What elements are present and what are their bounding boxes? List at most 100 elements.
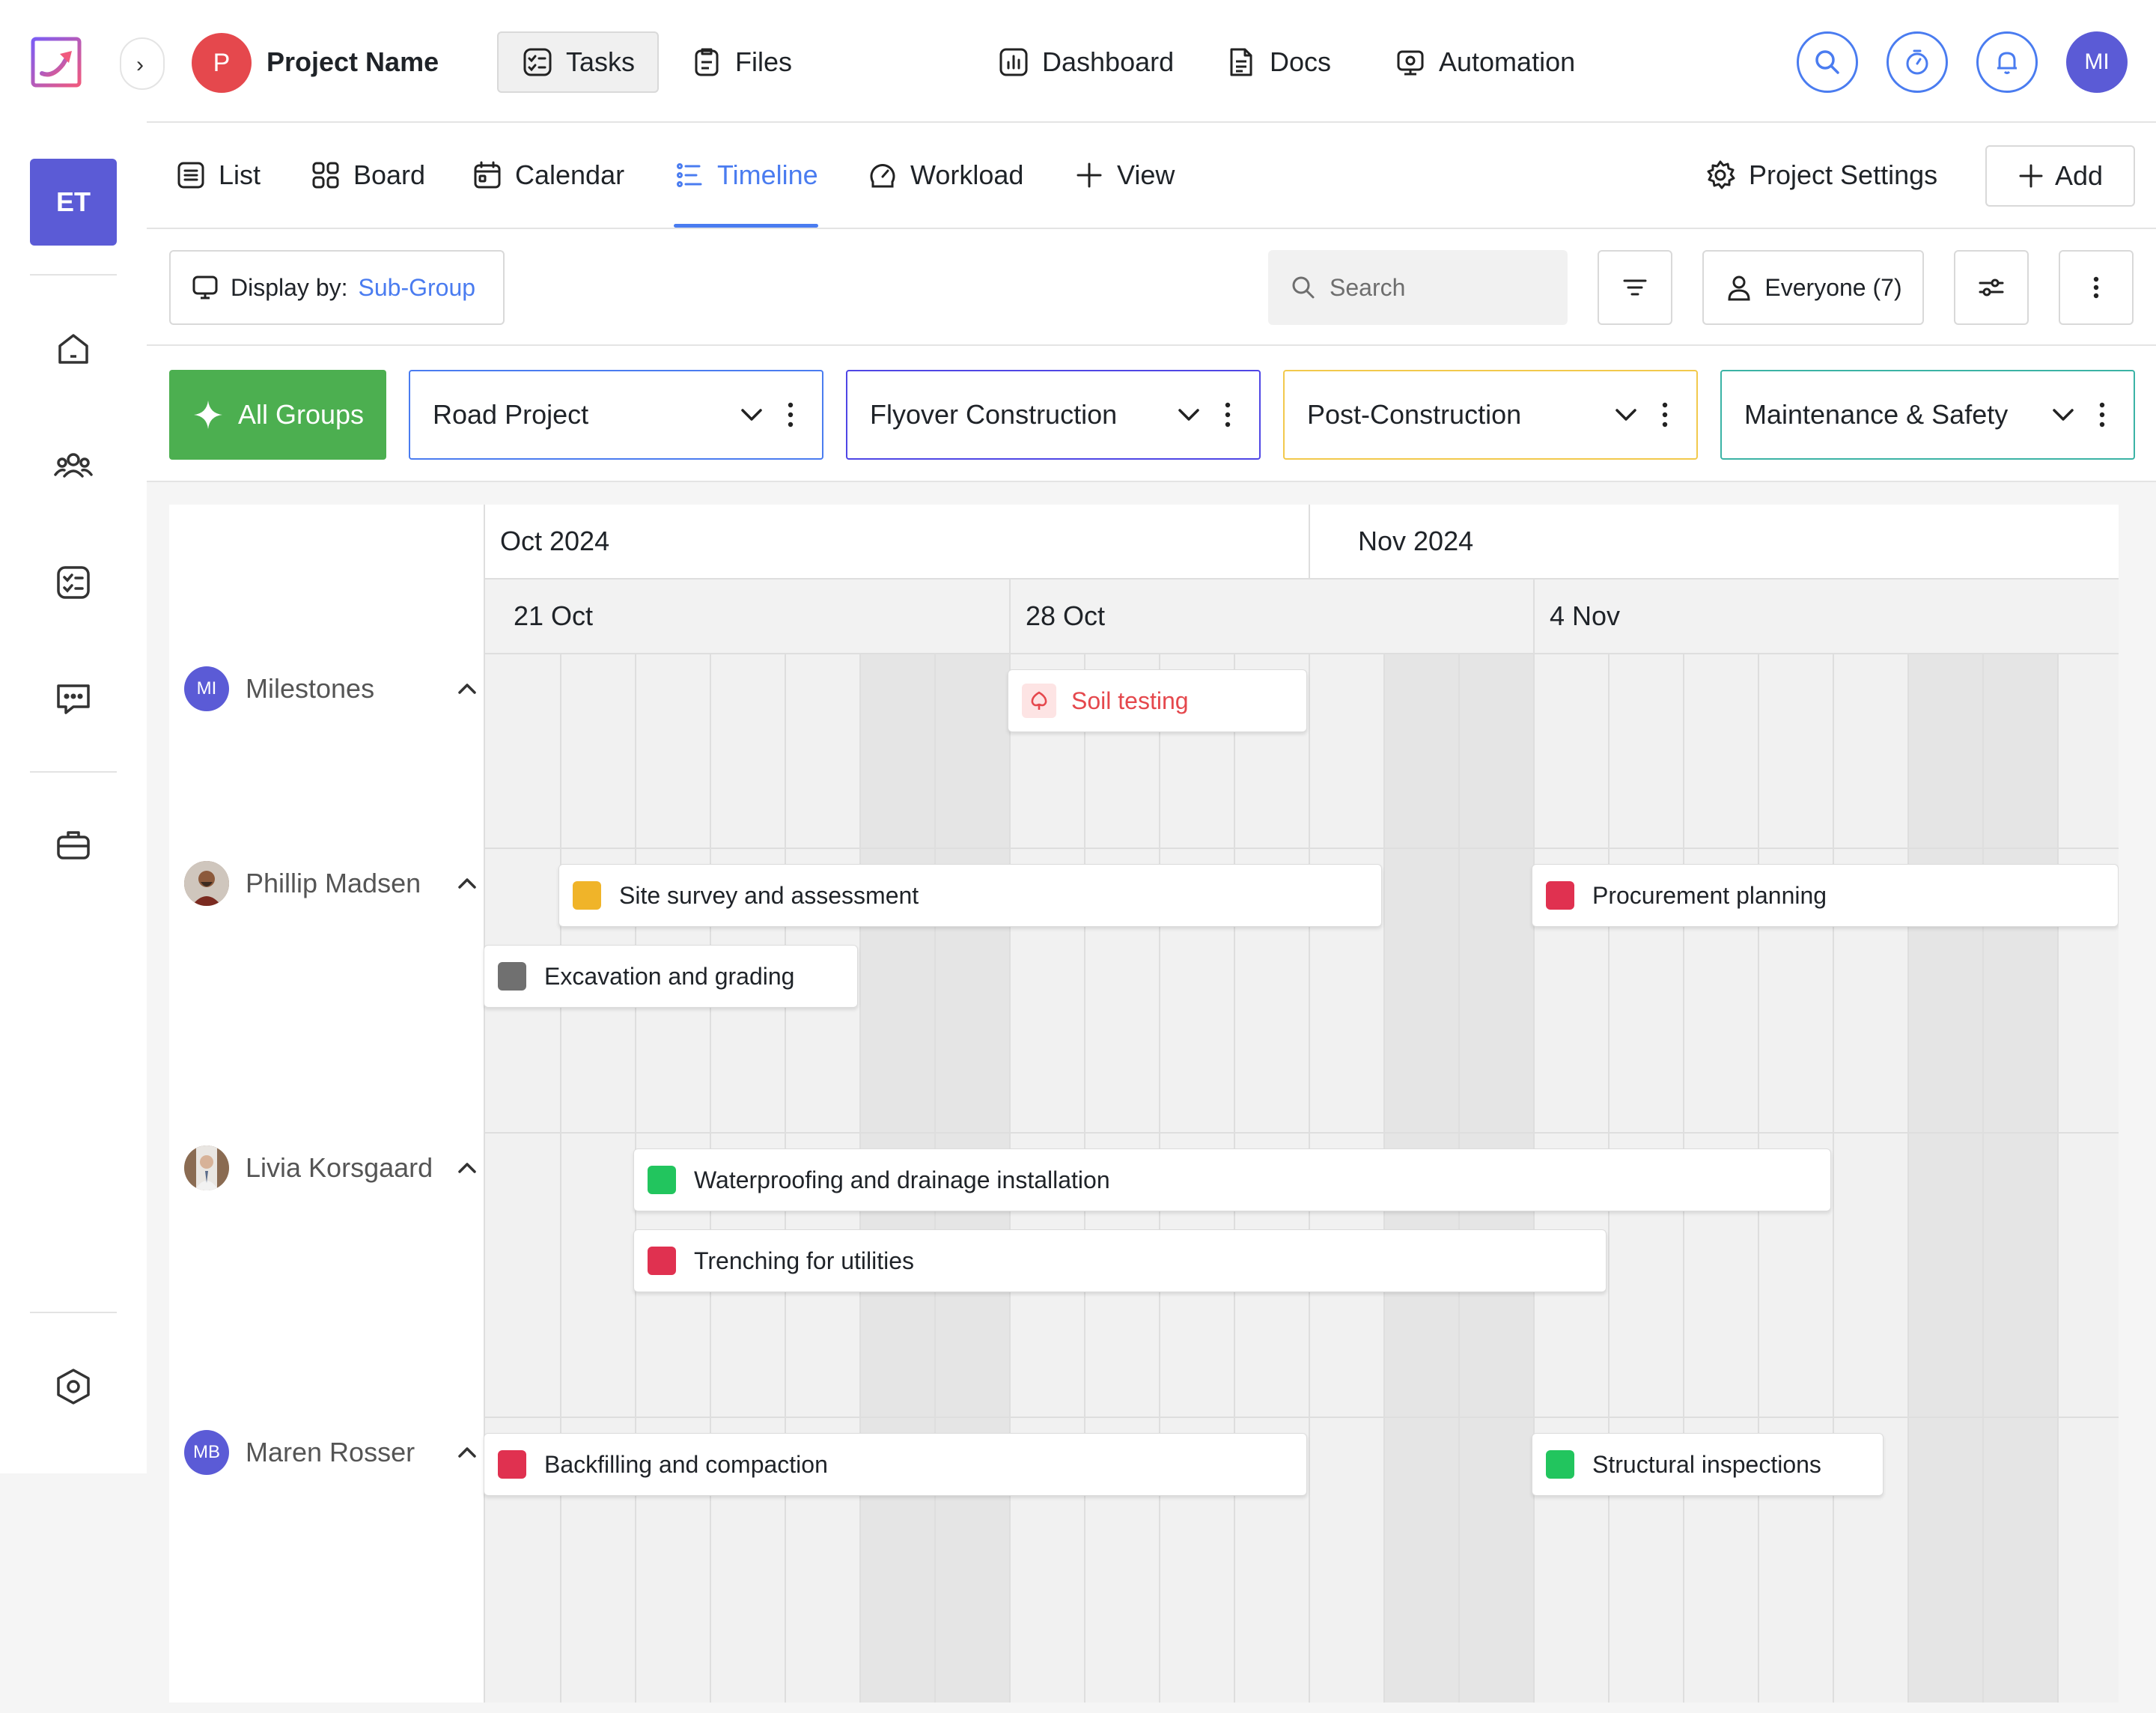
task-bar-procurement-planning[interactable]: Procurement planning (1532, 864, 2119, 927)
task-bar-trenching-utilities[interactable]: Trenching for utilities (633, 1229, 1607, 1292)
sidebar-expand-button[interactable]: › (120, 37, 165, 90)
tasks-icon (523, 48, 552, 76)
notifications-button[interactable] (1976, 31, 2038, 93)
user-icon (1728, 276, 1750, 301)
tab-label: Automation (1439, 46, 1576, 77)
chat-icon[interactable] (51, 675, 96, 720)
more-vertical-icon[interactable] (2087, 400, 2117, 430)
task-bar-excavation-grading[interactable]: Excavation and grading (484, 945, 858, 1008)
chevron-up-icon[interactable] (454, 1154, 481, 1181)
search-input[interactable] (1330, 273, 1554, 302)
filter-button[interactable] (1598, 250, 1672, 325)
group-label: Flyover Construction (870, 399, 1118, 430)
group-maintenance-safety[interactable]: Maintenance & Safety (1720, 370, 2135, 460)
row-label-column: MI Milestones Phillip Madsen Livia Korsg… (169, 505, 485, 1703)
briefcase-icon[interactable] (51, 824, 96, 868)
view-tabs-bar: List Board Calendar Timeline Workload Vi… (147, 123, 2156, 229)
group-label: Maintenance & Safety (1744, 399, 2009, 430)
tab-dashboard[interactable]: Dashboard (975, 31, 1196, 93)
display-by-label: Display by: (231, 273, 348, 301)
settings-hex-icon[interactable] (51, 1364, 96, 1409)
more-vertical-icon[interactable] (1650, 400, 1680, 430)
more-options-button[interactable] (2059, 250, 2134, 325)
view-tab-label: Workload (910, 159, 1024, 190)
display-by-dropdown[interactable]: Display by: Sub-Group (169, 250, 505, 325)
task-label: Trenching for utilities (694, 1247, 915, 1274)
day-line (2057, 654, 2059, 1703)
task-bar-waterproofing[interactable]: Waterproofing and drainage installation (633, 1148, 1831, 1211)
everyone-filter-button[interactable]: Everyone (7) (1702, 250, 1924, 325)
more-vertical-icon[interactable] (1213, 400, 1243, 430)
row-name: Livia Korsgaard (246, 1152, 433, 1183)
avatar-photo (184, 1145, 229, 1190)
project-name[interactable]: Project Name (267, 46, 439, 78)
task-bar-backfilling-compaction[interactable]: Backfilling and compaction (484, 1433, 1307, 1496)
add-view-button[interactable]: View (1074, 123, 1175, 228)
project-avatar[interactable]: P (192, 33, 252, 93)
task-bar-soil-testing[interactable]: Soil testing (1008, 669, 1307, 732)
project-settings-button[interactable]: Project Settings (1704, 123, 1937, 228)
chevron-up-icon[interactable] (454, 1439, 481, 1466)
timeline-icon (677, 163, 702, 187)
search-button[interactable] (1797, 31, 1858, 93)
tab-automation[interactable]: Automation (1371, 31, 1598, 93)
user-avatar[interactable]: MI (2066, 31, 2128, 93)
users-icon[interactable] (51, 443, 96, 488)
tasks-icon[interactable] (51, 560, 96, 605)
all-groups-label: All Groups (237, 399, 365, 430)
row-maren-rosser[interactable]: MB Maren Rosser (184, 1430, 476, 1475)
chevron-down-icon[interactable] (1611, 400, 1641, 430)
search-box[interactable] (1268, 250, 1568, 325)
day-line (1833, 654, 1834, 1703)
view-tab-list[interactable]: List (175, 123, 261, 228)
task-bar-structural-inspections[interactable]: Structural inspections (1532, 1433, 1884, 1496)
search-icon (1292, 276, 1315, 299)
row-name: Maren Rosser (246, 1437, 415, 1467)
gear-icon (1707, 160, 1735, 189)
tab-files[interactable]: Files (668, 31, 814, 93)
view-tab-calendar[interactable]: Calendar (472, 123, 624, 228)
week-header: 28 Oct (1009, 579, 1533, 654)
more-vertical-icon (2093, 276, 2099, 299)
sidebar-divider (30, 771, 117, 773)
home-icon[interactable] (51, 326, 96, 371)
view-tab-workload[interactable]: Workload (867, 123, 1023, 228)
all-groups-button[interactable]: All Groups (169, 370, 386, 460)
plus-icon (1077, 162, 1102, 188)
add-button[interactable]: Add (1985, 145, 2135, 207)
month-header: Nov 2024 (1309, 505, 2119, 579)
row-milestones[interactable]: MI Milestones (184, 666, 476, 711)
tab-label: Dashboard (1042, 46, 1175, 77)
row-phillip-madsen[interactable]: Phillip Madsen (184, 861, 476, 906)
row-name: Milestones (246, 673, 375, 704)
view-tab-board[interactable]: Board (310, 123, 425, 228)
adjustments-button[interactable] (1954, 250, 2029, 325)
calendar-icon (474, 161, 501, 189)
chevron-down-icon[interactable] (1174, 400, 1204, 430)
workspace-avatar[interactable]: ET (30, 159, 117, 246)
timer-button[interactable] (1886, 31, 1948, 93)
view-tab-timeline[interactable]: Timeline (674, 123, 818, 228)
view-tab-label: Calendar (515, 159, 625, 190)
chevron-down-icon[interactable] (737, 400, 767, 430)
tab-label: Docs (1270, 46, 1332, 77)
tab-docs[interactable]: Docs (1202, 31, 1353, 93)
group-flyover-construction[interactable]: Flyover Construction (846, 370, 1261, 460)
task-color-swatch (648, 1247, 676, 1275)
chevron-up-icon[interactable] (454, 870, 481, 897)
row-livia-korsgaard[interactable]: Livia Korsgaard (184, 1145, 476, 1190)
tab-tasks[interactable]: Tasks (497, 31, 660, 93)
more-vertical-icon[interactable] (776, 400, 806, 430)
sidebar-divider (30, 1312, 117, 1313)
task-bar-site-survey[interactable]: Site survey and assessment (558, 864, 1382, 927)
chevron-up-icon[interactable] (454, 675, 481, 702)
chevron-down-icon[interactable] (2048, 400, 2078, 430)
app-logo-icon[interactable] (30, 34, 85, 90)
group-road-project[interactable]: Road Project (409, 370, 823, 460)
task-label: Excavation and grading (544, 962, 795, 990)
workload-icon (870, 164, 895, 188)
board-icon (312, 162, 339, 189)
clipboard-icon (695, 48, 719, 76)
group-post-construction[interactable]: Post-Construction (1283, 370, 1698, 460)
automation-icon (1397, 50, 1424, 76)
